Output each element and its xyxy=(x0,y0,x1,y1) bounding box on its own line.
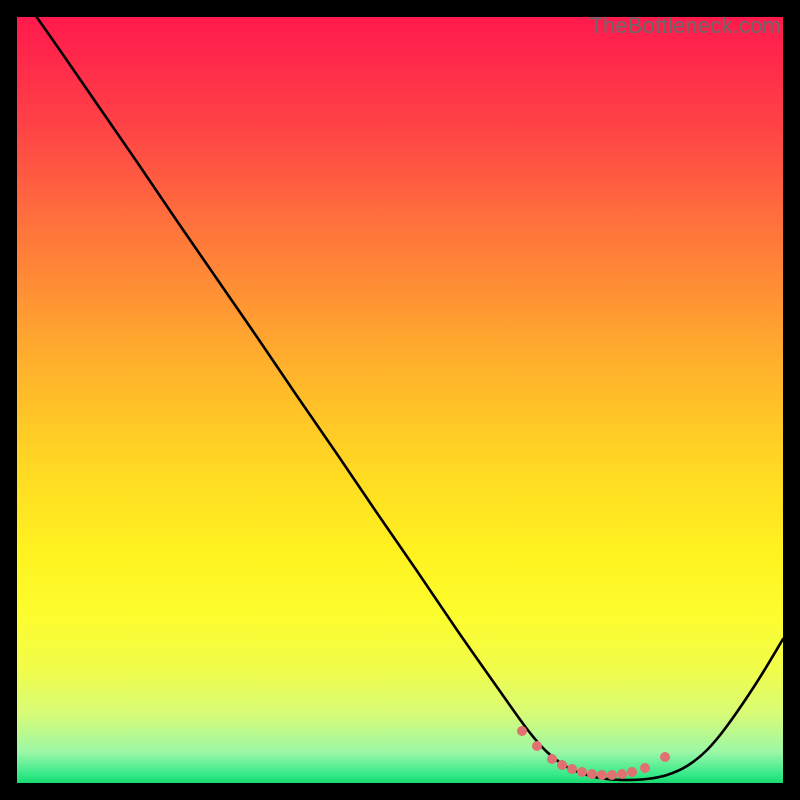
optimal-marker xyxy=(567,764,577,774)
optimal-marker xyxy=(617,769,627,779)
watermark-text: TheBottleneck.com xyxy=(589,13,781,39)
optimal-marker xyxy=(660,752,670,762)
chart-frame: TheBottleneck.com xyxy=(17,17,783,783)
optimal-marker xyxy=(532,741,542,751)
optimal-marker xyxy=(597,770,607,780)
optimal-marker xyxy=(577,767,587,777)
plot-area xyxy=(17,17,783,783)
curve-layer xyxy=(17,17,783,783)
optimal-marker-cluster xyxy=(517,726,670,780)
optimal-marker xyxy=(627,767,637,777)
optimal-marker xyxy=(557,760,567,770)
optimal-marker xyxy=(547,754,557,764)
optimal-marker xyxy=(640,763,650,773)
optimal-marker xyxy=(517,726,527,736)
bottleneck-curve xyxy=(17,17,783,780)
optimal-marker xyxy=(607,770,617,780)
optimal-marker xyxy=(587,769,597,779)
